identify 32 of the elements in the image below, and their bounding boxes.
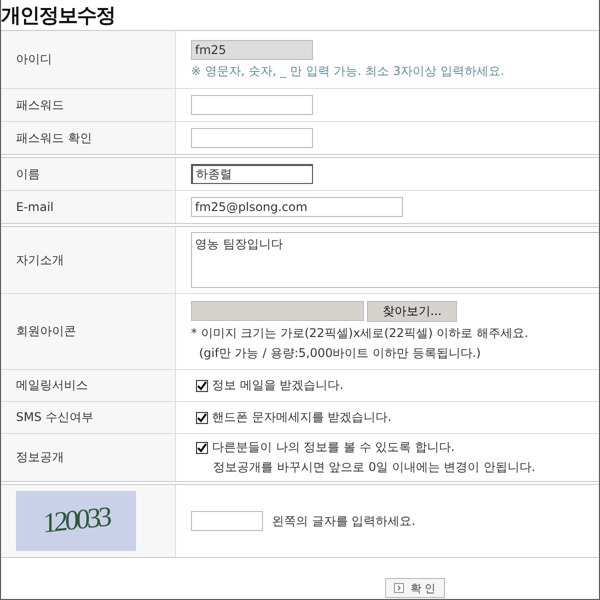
- captcha-instruction: 왼쪽의 글자를 입력하세요.: [272, 512, 416, 530]
- checkbox[interactable]: [196, 380, 208, 392]
- note-text: 정보공개를 바꾸시면 앞으로 0일 이내에는 변경이 안됩니다.: [212, 459, 536, 476]
- email-field[interactable]: fm25@plsong.com: [191, 197, 403, 217]
- captcha-field[interactable]: [191, 511, 263, 531]
- checkbox-label: 다른분들이 나의 정보를 볼 수 있도록 합니다.: [212, 439, 455, 456]
- field-label: 아이디: [16, 51, 52, 68]
- note-text: * 이미지 크기는 가로(22픽셀)x세로(22픽셀) 이하로 해주세요.: [191, 325, 530, 342]
- page-title: 개인정보수정: [1, 2, 116, 29]
- checkbox[interactable]: [196, 442, 208, 454]
- field-label: 패스워드: [16, 96, 64, 114]
- checkbox[interactable]: [196, 412, 208, 424]
- confirm-button[interactable]: 확 인: [385, 578, 445, 598]
- captcha-code: 120033: [43, 502, 109, 540]
- checkbox-label: 정보 메일을 받겠습니다.: [212, 377, 344, 394]
- note-text: (gif만 가능 / 용량:5,000바이트 이하만 등록됩니다.): [198, 345, 482, 362]
- text-field[interactable]: 하종렬: [191, 164, 313, 184]
- field-label: 회원아이콘: [16, 323, 76, 340]
- field-label: 패스워드 확인: [16, 130, 92, 146]
- field-label: SMS 수신여부: [16, 409, 94, 426]
- checkbox-label: 핸드폰 문자메세지를 받겠습니다.: [212, 409, 392, 426]
- hint-text: ※ 영문자, 숫자, _ 만 입력 가능. 최소 3자이상 입력하세요.: [191, 62, 506, 80]
- textarea-field[interactable]: 영농 팀장입니다: [191, 232, 599, 288]
- password-field[interactable]: [191, 95, 313, 115]
- field-label: 정보공개: [16, 449, 64, 466]
- file-path-field[interactable]: [191, 301, 364, 321]
- field-label: 자기소개: [16, 252, 64, 268]
- field-label: E-mail: [16, 200, 54, 214]
- field-label: 메일링서비스: [16, 377, 88, 394]
- password-field[interactable]: [191, 128, 313, 148]
- field-label: 이름: [16, 166, 40, 182]
- browse-button[interactable]: 찾아보기...: [367, 301, 457, 322]
